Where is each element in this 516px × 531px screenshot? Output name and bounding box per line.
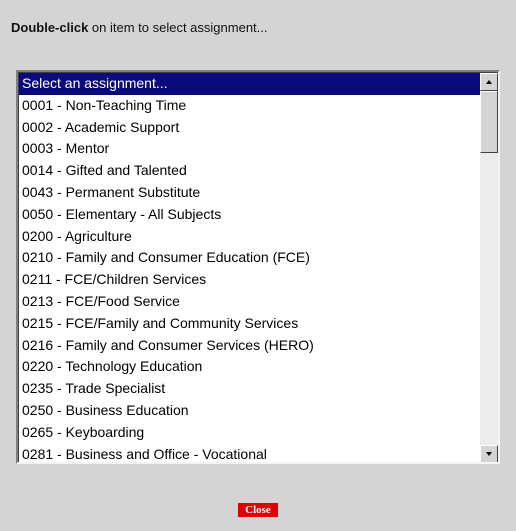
list-item[interactable]: 0235 - Trade Specialist	[19, 378, 480, 400]
close-button[interactable]: Close	[238, 503, 278, 517]
list-item[interactable]: 0210 - Family and Consumer Education (FC…	[19, 247, 480, 269]
scroll-down-button[interactable]	[480, 445, 498, 462]
list-item[interactable]: 0001 - Non-Teaching Time	[19, 95, 480, 117]
list-item[interactable]: 0003 - Mentor	[19, 138, 480, 160]
instruction-text: Double-click on item to select assignmen…	[11, 20, 268, 35]
list-item[interactable]: 0215 - FCE/Family and Community Services	[19, 313, 480, 335]
list-item[interactable]: 0043 - Permanent Substitute	[19, 182, 480, 204]
list-item[interactable]: 0213 - FCE/Food Service	[19, 291, 480, 313]
list-item[interactable]: Select an assignment...	[19, 73, 480, 95]
list-item[interactable]: 0050 - Elementary - All Subjects	[19, 204, 480, 226]
arrow-down-icon	[486, 452, 492, 456]
list-item[interactable]: 0250 - Business Education	[19, 400, 480, 422]
scrollbar-thumb[interactable]	[480, 91, 498, 153]
list-item[interactable]: 0216 - Family and Consumer Services (HER…	[19, 335, 480, 357]
list-item[interactable]: 0281 - Business and Office - Vocational	[19, 444, 480, 462]
scroll-up-button[interactable]	[480, 73, 498, 91]
arrow-up-icon	[486, 80, 492, 84]
listbox-frame: Select an assignment... 0001 - Non-Teach…	[18, 72, 498, 462]
list-item[interactable]: 0220 - Technology Education	[19, 356, 480, 378]
list-item[interactable]: 0200 - Agriculture	[19, 226, 480, 248]
list-item[interactable]: 0002 - Academic Support	[19, 117, 480, 139]
instruction-bold: Double-click	[11, 20, 89, 35]
instruction-rest: on item to select assignment...	[88, 20, 268, 35]
list-item[interactable]: 0014 - Gifted and Talented	[19, 160, 480, 182]
assignment-listbox[interactable]: Select an assignment... 0001 - Non-Teach…	[16, 70, 500, 464]
vertical-scrollbar[interactable]	[480, 73, 498, 462]
list-item[interactable]: 0211 - FCE/Children Services	[19, 269, 480, 291]
list-item[interactable]: 0265 - Keyboarding	[19, 422, 480, 444]
assignment-list[interactable]: Select an assignment... 0001 - Non-Teach…	[19, 73, 480, 462]
